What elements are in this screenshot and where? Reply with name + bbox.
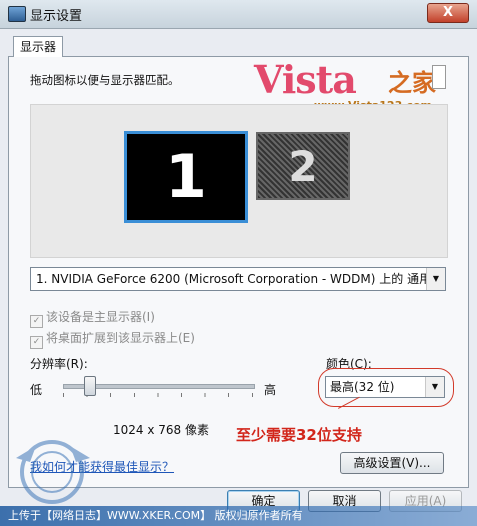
resolution-low-label: 低 (30, 383, 43, 397)
advanced-settings-button[interactable]: 高级设置(V)... (340, 452, 444, 474)
checkbox-checked-icon: ✓ (30, 315, 43, 328)
monitor-2-icon[interactable]: 2 (256, 132, 350, 200)
resolution-label: 分辨率(R): (30, 357, 88, 371)
tab-monitor[interactable]: 显示器 (13, 36, 63, 57)
extend-desktop-checkbox[interactable]: ✓ 将桌面扩展到该显示器上(E) (30, 329, 195, 349)
display-device-select[interactable]: 1. NVIDIA GeForce 6200 (Microsoft Corpor… (30, 267, 446, 291)
close-button[interactable]: X (427, 3, 469, 23)
logo-home-text: 之家 (388, 69, 436, 97)
instruction-text: 拖动图标以便与显示器匹配。 (30, 73, 180, 87)
primary-monitor-checkbox[interactable]: ✓ 该设备是主显示器(I) (30, 308, 155, 328)
source-footer-banner: 上传于【网络日志】WWW.XKER.COM】 版权归原作者所有 (0, 506, 477, 526)
primary-monitor-label: 该设备是主显示器(I) (46, 310, 155, 324)
logo-vista-text: Vista (254, 57, 357, 102)
window-title: 显示设置 (30, 9, 83, 24)
annotation-circle (318, 368, 454, 407)
checkbox-checked-icon: ✓ (30, 336, 43, 349)
title-bar: 显示设置 X (0, 0, 477, 29)
resolution-value: 1024 x 768 像素 (113, 423, 209, 437)
extend-desktop-label: 将桌面扩展到该显示器上(E) (46, 331, 195, 345)
resolution-high-label: 高 (264, 383, 277, 397)
identify-button-partial[interactable] (432, 65, 446, 89)
resolution-slider-thumb[interactable] (83, 376, 96, 396)
annotation-text: 至少需要32位支持 (236, 426, 362, 444)
display-settings-icon (8, 6, 26, 22)
display-device-value: 1. NVIDIA GeForce 6200 (Microsoft Corpor… (36, 272, 432, 286)
site-seal-graphic (16, 440, 90, 504)
monitor-1-icon[interactable]: 1 (124, 131, 248, 223)
chevron-down-icon[interactable]: ▼ (426, 268, 445, 290)
